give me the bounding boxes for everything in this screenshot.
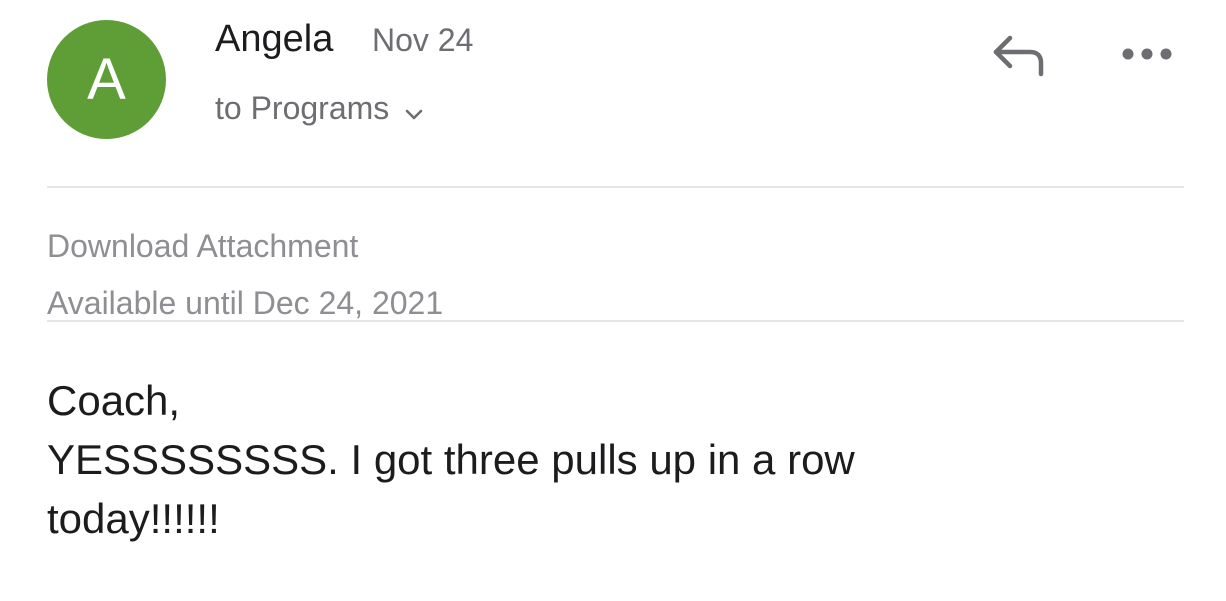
- recipient-toggle[interactable]: to Programs: [215, 88, 423, 129]
- attachment-label: Download Attachment: [47, 228, 359, 264]
- sent-date: Nov 24: [372, 22, 474, 58]
- reply-arrow-icon: [988, 32, 1048, 83]
- reply-button[interactable]: [985, 30, 1051, 84]
- message-line: YESSSSSSSS. I got three pulls up in a ro…: [47, 436, 855, 483]
- avatar-initial: A: [87, 46, 126, 112]
- header-divider: [47, 186, 1184, 188]
- attachment-divider: [47, 320, 1184, 322]
- recipient-label: to Programs: [215, 90, 390, 126]
- chevron-down-icon: [405, 92, 423, 129]
- download-attachment-link[interactable]: Download Attachment Available until Dec …: [47, 218, 443, 332]
- sender-avatar[interactable]: A: [47, 20, 166, 139]
- message-line: Coach,: [47, 377, 181, 424]
- message-body: Coach, YESSSSSSSS. I got three pulls up …: [47, 371, 1147, 548]
- more-options-button[interactable]: [1118, 38, 1178, 74]
- attachment-availability: Available until Dec 24, 2021: [47, 285, 444, 321]
- message-line: today!!!!!!: [47, 495, 220, 542]
- sender-name[interactable]: Angela: [215, 18, 333, 61]
- ellipsis-icon: [1120, 47, 1176, 66]
